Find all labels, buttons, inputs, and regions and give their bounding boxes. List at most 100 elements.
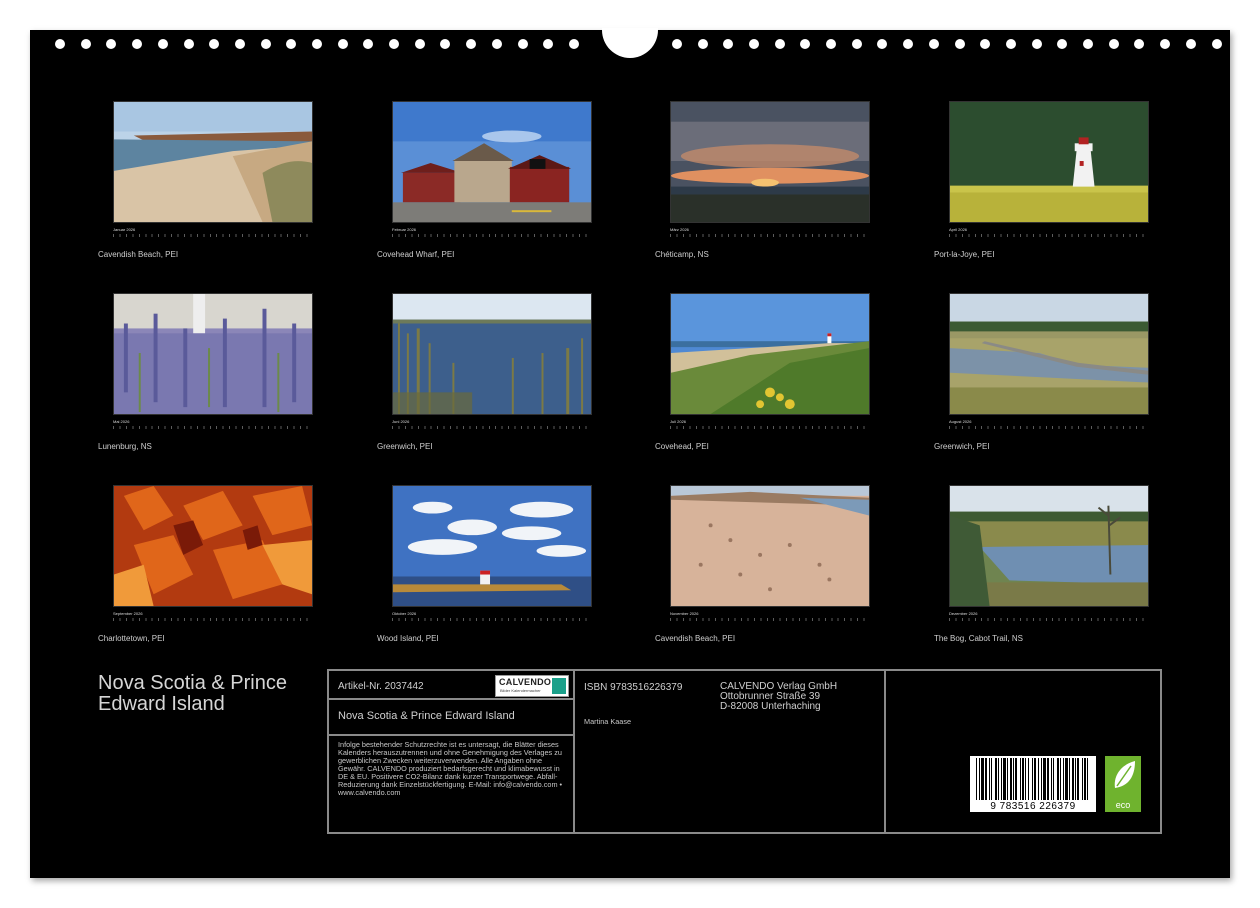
month-label: April 2026 [949, 227, 968, 232]
month-thumbnail-april: April 2026 [949, 101, 1149, 243]
photo-caption: Lunenburg, NS [98, 442, 152, 451]
product-info-box: Artikel-Nr. 2037442 CALVENDO Bilder Kale… [327, 669, 1162, 834]
photo-caption: Covehead, PEI [655, 442, 709, 451]
day-grid [392, 234, 592, 243]
binding-hole [286, 39, 296, 49]
photo-covehead [670, 293, 870, 415]
binding-hole [800, 39, 810, 49]
month-thumbnail-september: September 2026 [113, 485, 313, 627]
month-thumbnail-june: Juni 2026 [392, 293, 592, 435]
month-thumbnail-november: November 2026 [670, 485, 870, 627]
month-label: Mai 2026 [113, 419, 130, 424]
binding-hole [543, 39, 553, 49]
binding-hole [980, 39, 990, 49]
photo-wood-island [392, 485, 592, 607]
month-thumbnail-january: Januar 2026 [113, 101, 313, 243]
photo-caption: Greenwich, PEI [934, 442, 990, 451]
binding-hole [415, 39, 425, 49]
calendar-back-sheet: Januar 2026 Cavendish Beach, PEI Februar… [30, 28, 1230, 878]
day-grid [392, 618, 592, 627]
photo-caption: Charlottetown, PEI [98, 634, 165, 643]
month-thumbnail-may: Mai 2026 [113, 293, 313, 435]
binding-hole [338, 39, 348, 49]
binding-hole [440, 39, 450, 49]
binding-hole [363, 39, 373, 49]
month-label: November 2026 [670, 611, 699, 616]
day-grid [670, 426, 870, 435]
month-thumbnail-february: Februar 2026 [392, 101, 592, 243]
day-grid [949, 426, 1149, 435]
binding-hole [903, 39, 913, 49]
photo-greenwich-pond [392, 293, 592, 415]
calvendo-logo: CALVENDO Bilder Kalendermacher [495, 675, 569, 697]
author-name: Martina Kaase [584, 717, 632, 726]
binding-hole [312, 39, 322, 49]
binding-hole [492, 39, 502, 49]
photo-cheticamp [670, 101, 870, 223]
photo-caption: Cavendish Beach, PEI [655, 634, 736, 643]
month-label: Juli 2026 [670, 419, 687, 424]
day-grid [392, 426, 592, 435]
month-thumbnail-march: März 2026 [670, 101, 870, 243]
binding-hole [775, 39, 785, 49]
binding-hole [518, 39, 528, 49]
binding-hole [158, 39, 168, 49]
photo-cavendish-beach-sand [670, 485, 870, 607]
photo-cavendish-beach [113, 101, 313, 223]
month-label: Dezember 2026 [949, 611, 978, 616]
binding-hole [877, 39, 887, 49]
binding-hole [1006, 39, 1016, 49]
isbn-barcode: 9 783516 226379 [970, 756, 1096, 812]
binding-hole [672, 39, 682, 49]
binding-hole [929, 39, 939, 49]
day-grid [113, 426, 313, 435]
day-grid [949, 234, 1149, 243]
photo-covehead-wharf [392, 101, 592, 223]
binding-hole [1186, 39, 1196, 49]
binding-hole [132, 39, 142, 49]
isbn: ISBN 9783516226379 [584, 682, 683, 693]
binding-hole [55, 39, 65, 49]
binding-hole [261, 39, 271, 49]
day-grid [670, 618, 870, 627]
binding-hole [852, 39, 862, 49]
binding-hole [81, 39, 91, 49]
binding-hole [389, 39, 399, 49]
day-grid [113, 618, 313, 627]
month-label: September 2026 [113, 611, 143, 616]
photo-caption: The Bog, Cabot Trail, NS [934, 634, 1023, 643]
product-title: Nova Scotia & Prince Edward Island [338, 710, 515, 722]
month-thumbnail-july: Juli 2026 [670, 293, 870, 435]
article-number: Artikel-Nr. 2037442 [338, 681, 424, 692]
photo-caption: Cavendish Beach, PEI [98, 250, 179, 259]
month-label: August 2026 [949, 419, 972, 424]
binding-hole [1057, 39, 1067, 49]
binding-hole [106, 39, 116, 49]
binding-hole [1212, 39, 1222, 49]
photo-charlottetown [113, 485, 313, 607]
photo-caption: Chéticamp, NS [655, 250, 709, 259]
eco-leaf-icon: eco [1105, 756, 1141, 812]
calendar-title: Nova Scotia & Prince Edward Island [98, 672, 287, 715]
month-label: Januar 2026 [113, 227, 136, 232]
month-thumbnail-october: Oktober 2026 [392, 485, 592, 627]
photo-caption: Wood Island, PEI [377, 634, 439, 643]
barcode-digits: 9 783516 226379 [970, 801, 1096, 812]
photo-the-bog [949, 485, 1149, 607]
month-label: Oktober 2026 [392, 611, 417, 616]
binding-hole [569, 39, 579, 49]
legal-notice: Infolge bestehender Schutzrechte ist es … [338, 740, 563, 797]
binding-hole [1083, 39, 1093, 49]
day-grid [113, 234, 313, 243]
month-thumbnail-august: August 2026 [949, 293, 1149, 435]
photo-caption: Greenwich, PEI [377, 442, 433, 451]
binding-hole [235, 39, 245, 49]
binding-hole [1032, 39, 1042, 49]
day-grid [670, 234, 870, 243]
month-label: März 2026 [670, 227, 689, 232]
month-label: Juni 2026 [392, 419, 410, 424]
photo-caption: Covehead Wharf, PEI [377, 250, 455, 259]
binding-hole [1134, 39, 1144, 49]
photo-lunenburg [113, 293, 313, 415]
binding-hole [723, 39, 733, 49]
